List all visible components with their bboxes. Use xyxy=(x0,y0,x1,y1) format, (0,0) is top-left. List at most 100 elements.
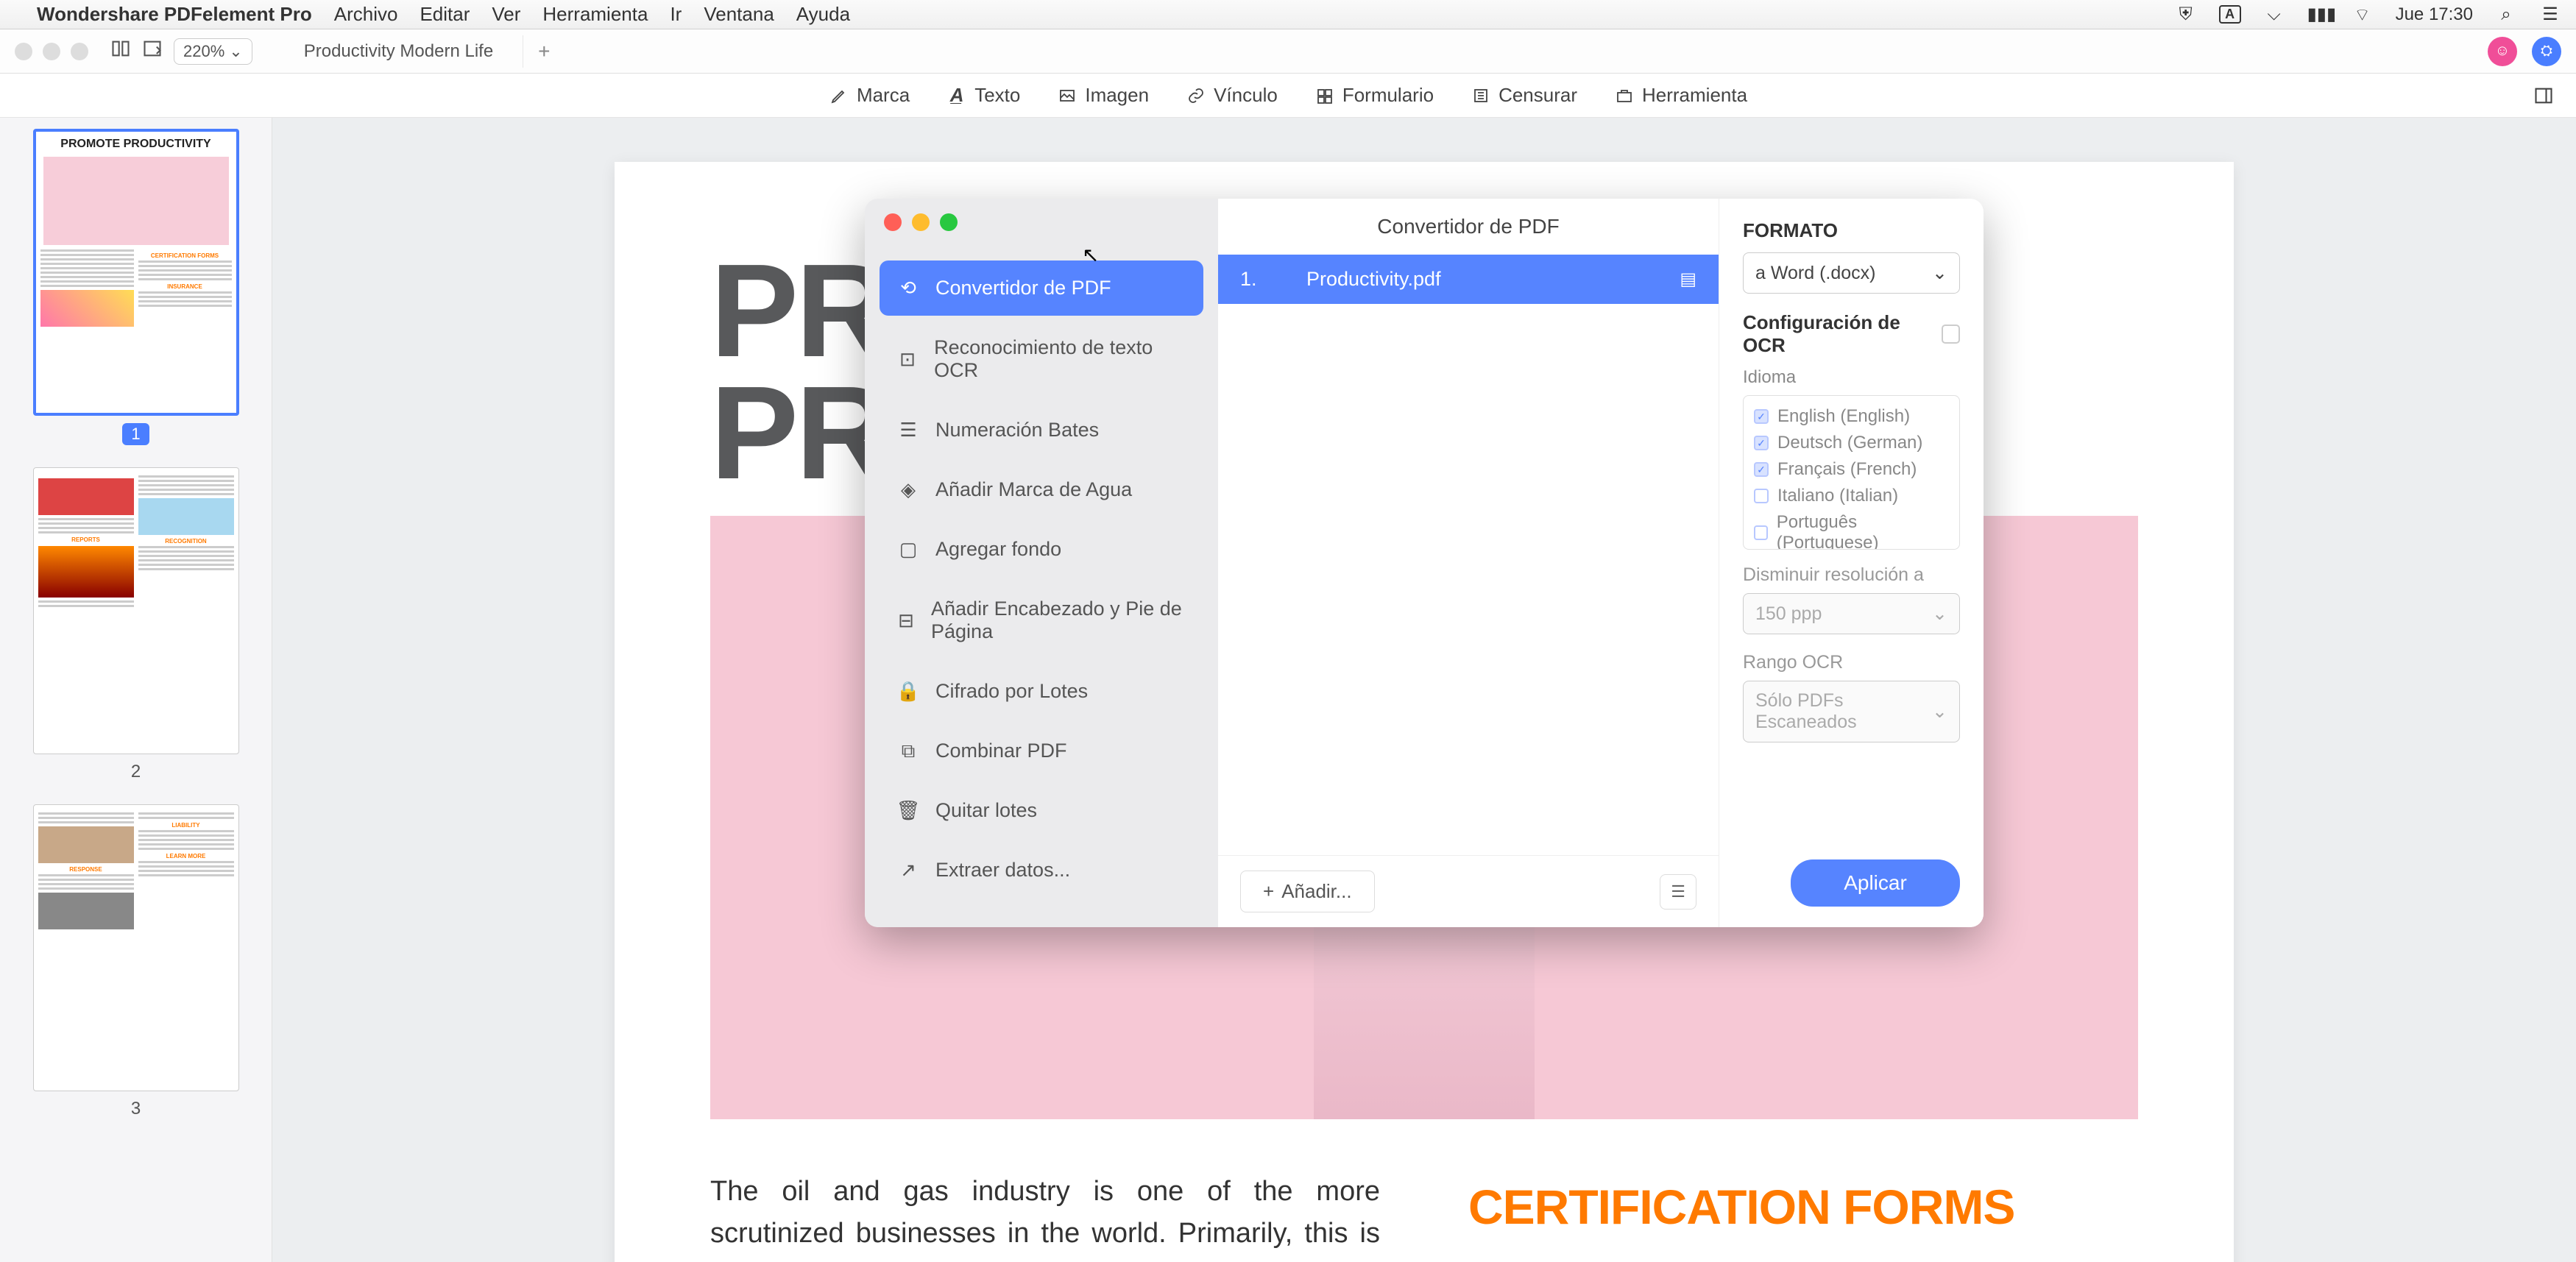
formato-label: FORMATO xyxy=(1743,219,1960,242)
wifi-icon[interactable]: ⌔ xyxy=(2352,4,2374,26)
tool-herramienta[interactable]: Herramienta xyxy=(1614,84,1747,107)
apply-button[interactable]: Aplicar xyxy=(1791,859,1960,907)
dialog-file-list: Convertidor de PDF 1. Productivity.pdf ▤… xyxy=(1218,199,1719,927)
menu-herramienta[interactable]: Herramienta xyxy=(542,3,648,26)
nav-label: Añadir Encabezado y Pie de Página xyxy=(931,598,1186,643)
dialog-minimize-button[interactable] xyxy=(912,213,930,231)
file-number: 1. xyxy=(1240,268,1284,291)
ocr-range-dropdown[interactable]: Sólo PDFs Escaneados ⌄ xyxy=(1743,681,1960,742)
ocr-enable-checkbox[interactable] xyxy=(1942,325,1960,344)
combine-icon: ⧉ xyxy=(897,740,919,762)
language-list[interactable]: ✓English (English) ✓Deutsch (German) ✓Fr… xyxy=(1743,395,1960,550)
checkbox-icon xyxy=(1754,525,1768,540)
zoom-dropdown[interactable]: 220% ⌄ xyxy=(174,38,252,65)
view-mode-icon[interactable] xyxy=(142,38,163,64)
file-preview-icon[interactable]: ▤ xyxy=(1680,269,1696,290)
range-value: Sólo PDFs Escaneados xyxy=(1755,690,1932,733)
lang-german[interactable]: ✓Deutsch (German) xyxy=(1754,430,1949,456)
idioma-label: Idioma xyxy=(1743,367,1960,388)
user-account-button[interactable]: ⛭ xyxy=(2532,37,2561,66)
nav-background[interactable]: ▢ Agregar fondo xyxy=(880,522,1203,577)
nav-label: Cifrado por Lotes xyxy=(935,680,1088,703)
document-tab[interactable]: Productivity Modern Life xyxy=(275,35,523,68)
body-column-left: The oil and gas industry is one of the m… xyxy=(710,1171,1380,1262)
tool-imagen[interactable]: Imagen xyxy=(1057,84,1149,107)
bluetooth-icon[interactable]: ⌵ xyxy=(2263,4,2285,25)
nav-header-footer[interactable]: ⊟ Añadir Encabezado y Pie de Página xyxy=(880,581,1203,659)
page-thumbnail-3[interactable]: RESPONSE LIABILITY LEARN MORE xyxy=(33,804,239,1091)
lang-french[interactable]: ✓Français (French) xyxy=(1754,456,1949,483)
format-dropdown[interactable]: a Word (.docx) ⌄ xyxy=(1743,252,1960,294)
menu-ver[interactable]: Ver xyxy=(492,3,520,26)
menu-archivo[interactable]: Archivo xyxy=(334,3,398,26)
nav-label: Quitar lotes xyxy=(935,799,1037,822)
nav-bates[interactable]: ☰ Numeración Bates xyxy=(880,403,1203,458)
checkbox-icon xyxy=(1754,489,1769,503)
dialog-title: Convertidor de PDF xyxy=(1218,199,1719,255)
dialog-close-button[interactable] xyxy=(884,213,902,231)
lang-english[interactable]: ✓English (English) xyxy=(1754,403,1949,430)
tool-label: Marca xyxy=(857,84,910,107)
tool-vinculo[interactable]: Vínculo xyxy=(1186,84,1278,107)
nav-convertidor[interactable]: ⟲ Convertidor de PDF xyxy=(880,260,1203,316)
lang-portuguese[interactable]: Português (Portuguese) xyxy=(1754,509,1949,550)
bates-icon: ☰ xyxy=(897,419,919,442)
file-row[interactable]: 1. Productivity.pdf ▤ xyxy=(1218,255,1719,304)
nav-label: Convertidor de PDF xyxy=(935,277,1111,299)
checkbox-checked-icon: ✓ xyxy=(1754,409,1769,424)
app-name[interactable]: Wondershare PDFelement Pro xyxy=(37,3,312,26)
traffic-lights xyxy=(15,43,88,60)
spotlight-icon[interactable]: ⌕ xyxy=(2495,4,2517,25)
redact-icon xyxy=(1471,85,1491,106)
keyboard-icon[interactable]: A xyxy=(2219,5,2241,24)
panel-toggle[interactable] xyxy=(2533,85,2554,106)
chevron-down-icon: ⌄ xyxy=(1932,701,1947,723)
resolution-dropdown[interactable]: 150 ppp ⌄ xyxy=(1743,593,1960,634)
feedback-button[interactable]: ☺ xyxy=(2488,37,2517,66)
nav-remove[interactable]: 🗑 Quitar lotes xyxy=(880,783,1203,838)
header-icon: ⊟ xyxy=(897,609,915,631)
page-thumbnail-2[interactable]: REPORTS RECOGNITION xyxy=(33,467,239,754)
nav-ocr[interactable]: ⊡ Reconocimiento de texto OCR xyxy=(880,320,1203,398)
maximize-window-button[interactable] xyxy=(71,43,88,60)
add-file-button[interactable]: + Añadir... xyxy=(1240,871,1375,912)
tool-label: Censurar xyxy=(1498,84,1577,107)
nav-label: Numeración Bates xyxy=(935,419,1099,442)
nav-encrypt[interactable]: 🔒 Cifrado por Lotes xyxy=(880,664,1203,719)
menu-ventana[interactable]: Ventana xyxy=(704,3,774,26)
document-canvas[interactable]: PROMOTE PRODUCTIVITY The oil and gas ind… xyxy=(272,118,2576,1262)
control-center-icon[interactable]: ☰ xyxy=(2539,4,2561,25)
page-thumbnail-1[interactable]: PROMOTE PRODUCTIVITY CERTIFICATION FORMS… xyxy=(33,129,239,416)
shield-icon[interactable]: ⛨ xyxy=(2175,4,2197,25)
page-number-badge: 1 xyxy=(122,423,149,445)
clock[interactable]: Jue 17:30 xyxy=(2396,4,2473,25)
format-value: a Word (.docx) xyxy=(1755,263,1875,284)
tool-label: Herramienta xyxy=(1642,84,1747,107)
tool-texto[interactable]: A̲ Texto xyxy=(946,84,1020,107)
nav-combine[interactable]: ⧉ Combinar PDF xyxy=(880,723,1203,779)
nav-watermark[interactable]: ◈ Añadir Marca de Agua xyxy=(880,462,1203,517)
tool-formulario[interactable]: Formulario xyxy=(1314,84,1434,107)
tool-censurar[interactable]: Censurar xyxy=(1471,84,1577,107)
layout-icon[interactable] xyxy=(110,38,131,64)
minimize-window-button[interactable] xyxy=(43,43,60,60)
dialog-settings-panel: FORMATO a Word (.docx) ⌄ Configuración d… xyxy=(1719,199,1984,927)
list-view-toggle[interactable]: ☰ xyxy=(1660,874,1696,910)
new-tab-button[interactable]: + xyxy=(523,40,565,63)
dialog-maximize-button[interactable] xyxy=(940,213,958,231)
section-heading: CERTIFICATION FORMS xyxy=(1468,1171,2138,1244)
close-window-button[interactable] xyxy=(15,43,32,60)
tool-marca[interactable]: Marca xyxy=(829,84,910,107)
lang-italian[interactable]: Italiano (Italian) xyxy=(1754,483,1949,509)
menu-editar[interactable]: Editar xyxy=(420,3,470,26)
chevron-down-icon: ⌄ xyxy=(1932,262,1947,284)
nav-label: Extraer datos... xyxy=(935,859,1070,882)
battery-icon[interactable]: ▮▮▮ xyxy=(2307,4,2329,25)
checkbox-checked-icon: ✓ xyxy=(1754,436,1769,450)
nav-extract[interactable]: ↗ Extraer datos... xyxy=(880,843,1203,898)
pen-icon xyxy=(829,85,849,106)
lock-icon: 🔒 xyxy=(897,681,919,703)
menu-ayuda[interactable]: Ayuda xyxy=(796,3,850,26)
menu-ir[interactable]: Ir xyxy=(670,3,682,26)
toolbox-icon xyxy=(1614,85,1635,106)
